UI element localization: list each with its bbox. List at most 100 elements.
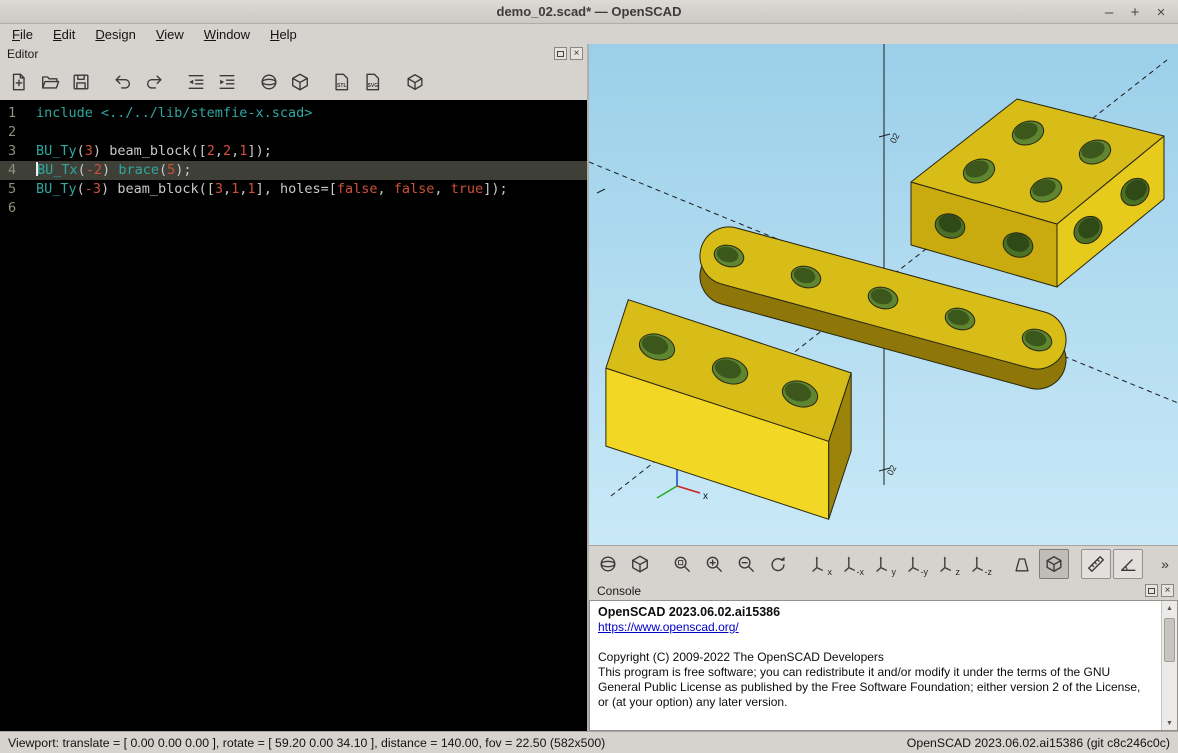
zoom-out-icon [738,556,754,572]
console-undock-button[interactable] [1145,584,1158,597]
export-3d-icon [407,73,423,90]
code-token: false [336,181,378,197]
code-line-6[interactable] [30,199,587,218]
code-token: -2 [85,162,103,178]
minimize-button[interactable]: – [1096,4,1122,21]
window-controls: – + × [1096,0,1174,24]
undo-icon [115,74,131,89]
code-token: ( [77,162,86,178]
measure-distance-icon [1088,555,1104,572]
code-token: , [223,181,232,197]
export-3d-button[interactable] [401,68,429,96]
scroll-up-icon[interactable]: ▲ [1162,601,1177,615]
close-button[interactable]: × [1148,4,1174,21]
menu-design[interactable]: Design [85,26,145,43]
code-token: include <../../lib/stemfie-x.scad> [36,105,313,121]
render-icon [632,555,648,572]
maximize-button[interactable]: + [1122,4,1148,21]
export-stl-icon: STL [335,73,349,90]
scroll-down-icon[interactable]: ▼ [1162,716,1177,730]
code-token: true [450,181,484,197]
render-preview-button[interactable] [593,549,623,579]
open-file-button[interactable] [36,68,64,96]
console-panel: Console × OpenSCAD 2023.06.02.ai15386 htt… [589,581,1178,731]
view-perspective-button[interactable] [1007,549,1037,579]
view-toolbar: x -x y -y z -z » [589,545,1178,581]
zoom-out-button[interactable] [731,549,761,579]
code-token: 1 [247,181,256,197]
editor-panel-title: Editor [7,46,39,61]
console-close-button[interactable]: × [1161,584,1174,597]
console-line: This program is free software; you can r… [598,665,1141,709]
render-button[interactable] [286,68,314,96]
menu-bar: File Edit Design View Window Help [0,24,1178,44]
code-token: 5 [167,162,176,178]
measure-angle-button[interactable] [1113,548,1143,579]
axis-button-label: -z [984,566,993,577]
indent-button[interactable] [213,68,241,96]
view-minus-y-button[interactable]: -y [901,549,931,579]
code-token: ]); [247,143,272,159]
zoom-in-button[interactable] [699,549,729,579]
editor-panel-header[interactable]: Editor × [0,44,587,63]
toolbar-overflow-button[interactable]: » [1156,549,1174,579]
title-bar[interactable]: demo_02.scad* — OpenSCAD – + × [0,0,1178,24]
console-text: OpenSCAD 2023.06.02.ai15386 https://www.o… [598,605,1153,710]
code-token: , [214,143,224,159]
measure-distance-button[interactable] [1081,548,1111,579]
render-button[interactable] [625,549,655,579]
view-minus-z-button[interactable]: -z [965,549,995,579]
scrollbar-thumb[interactable] [1164,618,1175,662]
menu-window[interactable]: Window [194,26,260,43]
console-scrollbar[interactable]: ▲ ▼ [1161,601,1177,730]
code-token: beam_block [117,181,199,197]
code-token: 3 [84,143,93,159]
code-line-1[interactable]: include <../../lib/stemfie-x.scad> [30,104,587,123]
unindent-button[interactable] [182,68,210,96]
export-stl-button[interactable]: STL [328,68,356,96]
code-token: , [434,181,451,197]
view-plus-x-button[interactable]: x [805,549,835,579]
view-perspective-icon [1015,557,1029,571]
console-line: OpenSCAD 2023.06.02.ai15386 [598,605,781,619]
console-link[interactable]: https://www.openscad.org/ [598,620,1153,635]
menu-edit[interactable]: Edit [43,26,85,43]
view-minus-x-button[interactable]: -x [837,549,867,579]
view-orthogonal-icon [1046,555,1062,572]
close-icon: × [573,47,580,59]
editor-undock-button[interactable] [554,47,567,60]
redo-icon [146,74,162,89]
line-number-2: 2 [8,124,17,140]
export-svg-button[interactable]: SVG [359,68,387,96]
code-line-3[interactable]: BU_Ty(3) beam_block([2,2,1]); [30,142,587,161]
menu-file[interactable]: File [2,26,43,43]
view-plus-y-button[interactable]: y [869,549,899,579]
reset-view-button[interactable] [763,549,793,579]
line-number-gutter: 1 2 3 45 6 [0,104,30,731]
console-header[interactable]: Console × [589,581,1178,600]
redo-button[interactable] [140,68,168,96]
axis-button-label: -x [856,566,865,577]
menu-help[interactable]: Help [260,26,307,43]
undo-button[interactable] [109,68,137,96]
menu-view[interactable]: View [146,26,194,43]
window-title: demo_02.scad* — OpenSCAD [496,4,682,19]
code-line-2[interactable] [30,123,587,142]
main-area: Editor × STL SVG 123456 include <../../li… [0,44,1178,731]
editor-close-button[interactable]: × [570,47,583,60]
code-editor[interactable]: 123456 include <../../lib/stemfie-x.scad… [0,100,587,731]
code-line-5[interactable]: BU_Ty(-3) beam_block([3,1,1], holes=[fal… [30,180,587,199]
code-line-4[interactable]: BU_Tx(-2) brace(5); [30,161,587,180]
scrollbar-track[interactable] [1162,615,1177,716]
render-preview-button[interactable] [255,68,283,96]
new-file-button[interactable] [5,68,33,96]
view-plus-z-button[interactable]: z [933,549,963,579]
view-orthogonal-button[interactable] [1039,548,1069,579]
save-file-button[interactable] [67,68,95,96]
viewport-canvas: 02 02 x [589,44,1178,545]
line-number-6: 6 [8,200,17,216]
viewport-panel: 02 02 x x -x y -y z -z » Console × OpenS… [589,44,1178,731]
view-all-button[interactable] [667,549,697,579]
3d-viewport[interactable]: 02 02 x [589,44,1178,545]
code-token: false [393,181,435,197]
